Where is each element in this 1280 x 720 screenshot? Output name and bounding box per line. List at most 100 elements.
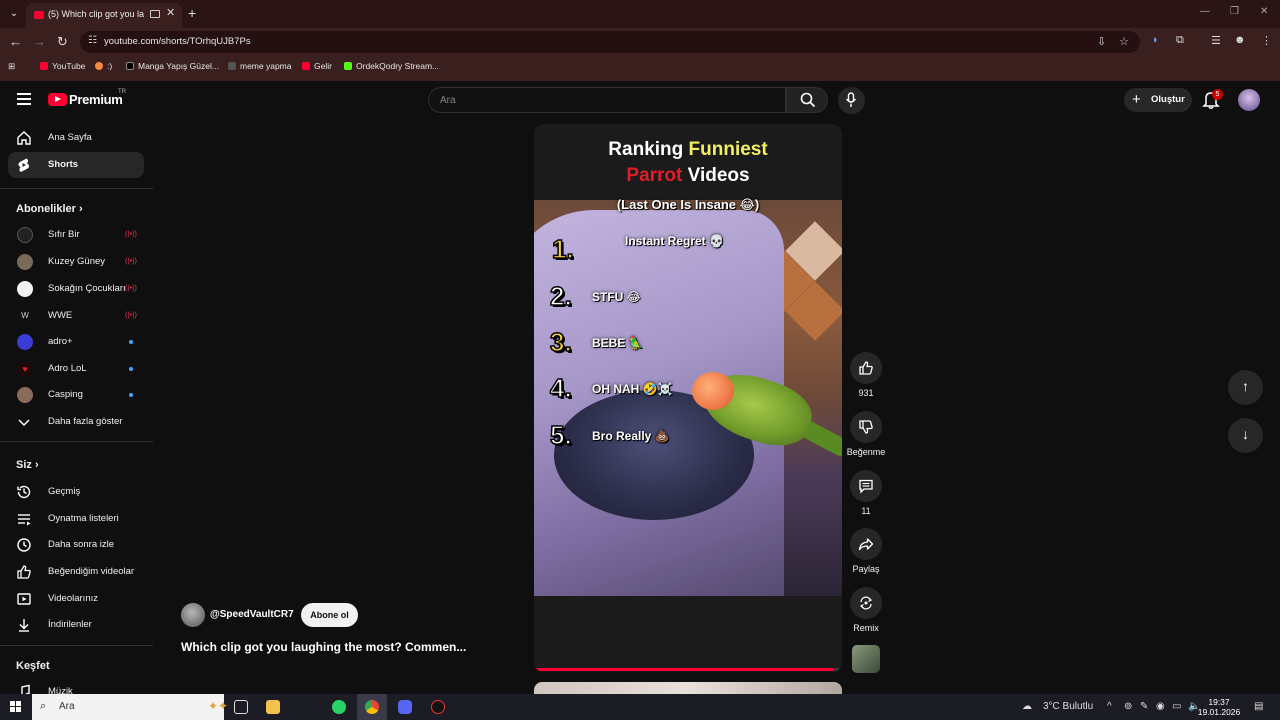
close-tab-icon[interactable]: ✕ <box>166 6 175 19</box>
tray-app-icon[interactable]: ✎ <box>1140 701 1148 712</box>
apps-grid-icon[interactable]: ⊞ <box>8 61 15 72</box>
bookmark-star-icon[interactable]: ☆ <box>1119 35 1129 48</box>
install-app-icon[interactable]: ⇩ <box>1097 35 1106 48</box>
forward-icon[interactable]: → <box>33 34 46 49</box>
logo-region: TR <box>118 89 126 95</box>
weather-text[interactable]: 3°C Bulutlu <box>1043 701 1093 712</box>
comments-button[interactable] <box>850 470 882 502</box>
bookmark-manga[interactable]: Manga Yapış Güzel... <box>126 61 219 71</box>
url-text[interactable]: youtube.com/shorts/TOrhqUJB7Ps <box>104 36 251 47</box>
sidebar-item-label: Sıfır Bir <box>48 229 80 240</box>
task-view-button[interactable] <box>226 694 256 720</box>
minimize-icon[interactable]: — <box>1200 6 1210 17</box>
chrome-button[interactable] <box>357 694 387 720</box>
sidebar-item-history[interactable]: Geçmiş <box>8 479 144 505</box>
subscribe-button[interactable]: Abone ol <box>301 603 358 627</box>
video-bottom-area <box>534 596 842 672</box>
channel-avatar <box>17 281 33 297</box>
channel-avatar <box>17 387 33 403</box>
sidebar-item-your-videos[interactable]: Videolarınız <box>8 586 144 612</box>
taskbar-search[interactable]: ⌕ Ara ✦✦ <box>32 694 228 720</box>
sidebar-item-playlists[interactable]: Oynatma listeleri <box>8 506 144 532</box>
sidebar-item-downloads[interactable]: İndirilenler <box>8 612 144 638</box>
app-button[interactable] <box>423 694 453 720</box>
menu-icon[interactable] <box>17 93 31 108</box>
tray-app-icon[interactable]: ⊚ <box>1124 701 1132 712</box>
media-playing-icon[interactable] <box>150 10 160 18</box>
search-button[interactable] <box>786 87 828 113</box>
search-input[interactable]: Ara <box>428 87 786 113</box>
sidebar-item-shorts[interactable]: Shorts <box>8 152 144 178</box>
restore-icon[interactable]: ❐ <box>1230 6 1239 17</box>
next-short-preview[interactable] <box>534 682 842 694</box>
file-explorer-button[interactable] <box>258 694 288 720</box>
sidebar-item-liked-videos[interactable]: Beğendiğim videolar <box>8 559 144 585</box>
profile-icon[interactable]: ☻ <box>1234 34 1246 46</box>
previous-short-button[interactable]: ↑ <box>1228 370 1263 405</box>
account-avatar[interactable] <box>1238 89 1260 111</box>
video-caption[interactable]: Which clip got you laughing the most? Co… <box>181 640 466 654</box>
sidebar-item-home[interactable]: Ana Sayfa <box>8 125 144 151</box>
sidebar-item-music[interactable]: Müzik <box>8 679 144 694</box>
create-button[interactable]: + Oluştur <box>1124 88 1192 112</box>
create-label: Oluştur <box>1151 94 1185 105</box>
site-info-icon[interactable]: ☷ <box>88 35 97 46</box>
bookmark-meme[interactable]: meme yapma <box>228 61 292 71</box>
subscriptions-heading[interactable]: Abonelikler › <box>16 203 83 215</box>
windows-start-icon[interactable] <box>10 701 22 713</box>
share-button[interactable] <box>850 528 882 560</box>
sidebar-item-sifir-bir[interactable]: Sıfır Bir ((•)) <box>8 222 144 248</box>
sidebar-item-casping[interactable]: Casping <box>8 382 144 408</box>
reading-list-icon[interactable]: ☰ <box>1211 34 1221 47</box>
next-short-button[interactable]: ↓ <box>1228 418 1263 453</box>
share-label: Paylaş <box>852 564 880 574</box>
remix-button[interactable] <box>850 587 882 619</box>
sidebar-item-adro-lol[interactable]: ♥ Adro LoL <box>8 356 144 382</box>
sidebar-item-wwe[interactable]: W WWE ((•)) <box>8 303 144 329</box>
bookmark-gelir[interactable]: Gelir <box>302 61 332 71</box>
bookmarks-bar: ⊞ YouTube :) Manga Yapış Güzel... meme y… <box>0 56 1280 78</box>
bookmark-smile[interactable]: :) <box>95 61 112 71</box>
youtube-logo-icon[interactable] <box>48 93 67 106</box>
extensions-puzzle-icon[interactable]: ⧉ <box>1176 34 1184 47</box>
back-icon[interactable]: ← <box>9 34 22 49</box>
meme-bookmark-icon <box>228 62 236 70</box>
live-icon: ((•)) <box>125 231 137 238</box>
dislike-button[interactable] <box>850 411 882 443</box>
tab-search-icon[interactable]: ⌄ <box>4 5 24 23</box>
address-bar[interactable]: ☷ youtube.com/shorts/TOrhqUJB7Ps ⇩ ☆ <box>80 31 1140 53</box>
shorts-video-player[interactable]: Ranking Funniest Parrot Videos (Last One… <box>534 124 842 672</box>
network-icon[interactable]: ▭ <box>1172 701 1181 712</box>
channel-name[interactable]: @SpeedVaultCR7 <box>210 609 294 620</box>
progress-fill[interactable] <box>534 668 833 671</box>
steam-icon[interactable]: ◉ <box>1156 701 1165 712</box>
sidebar-item-watch-later[interactable]: Daha sonra izle <box>8 532 144 558</box>
sidebar-item-kuzey-guney[interactable]: Kuzey Güney ((•)) <box>8 249 144 275</box>
discord-button[interactable] <box>390 694 420 720</box>
whatsapp-button[interactable] <box>324 694 354 720</box>
new-tab-icon[interactable]: + <box>188 5 196 21</box>
channel-avatar[interactable] <box>181 603 205 627</box>
you-heading[interactable]: Siz › <box>16 459 39 471</box>
sidebar-item-sokagin-cocuklari[interactable]: Sokağın Çocukları ((•)) <box>8 276 144 302</box>
youtube-favicon-icon <box>34 11 44 19</box>
bookmark-youtube[interactable]: YouTube <box>40 61 85 71</box>
show-more-button[interactable]: Daha fazla göster <box>8 409 144 435</box>
window-close-icon[interactable]: ✕ <box>1260 6 1268 17</box>
bookmark-kick[interactable]: OrdekQodry Stream... <box>344 61 439 71</box>
sidebar-item-adro-plus[interactable]: adro+ <box>8 329 144 355</box>
weather-icon[interactable]: ☁ <box>1022 701 1032 712</box>
logo-text[interactable]: Premium <box>69 92 123 107</box>
search-icon <box>800 92 816 108</box>
system-clock[interactable]: 19:37 19.01.2026 <box>1196 697 1242 717</box>
audio-source-thumbnail[interactable] <box>852 645 880 673</box>
chrome-menu-icon[interactable]: ⋮ <box>1261 34 1272 47</box>
reload-icon[interactable]: ↻ <box>57 34 68 50</box>
active-tab[interactable]: (5) Which clip got you laughing the most… <box>26 3 182 28</box>
voice-search-button[interactable] <box>838 87 865 114</box>
notification-center-icon[interactable]: ▤ <box>1254 701 1263 712</box>
like-button[interactable] <box>850 352 882 384</box>
folder-icon <box>266 700 280 714</box>
show-hidden-icons-icon[interactable]: ^ <box>1107 701 1112 712</box>
extension-icon[interactable]: ◗ <box>1152 34 1159 46</box>
